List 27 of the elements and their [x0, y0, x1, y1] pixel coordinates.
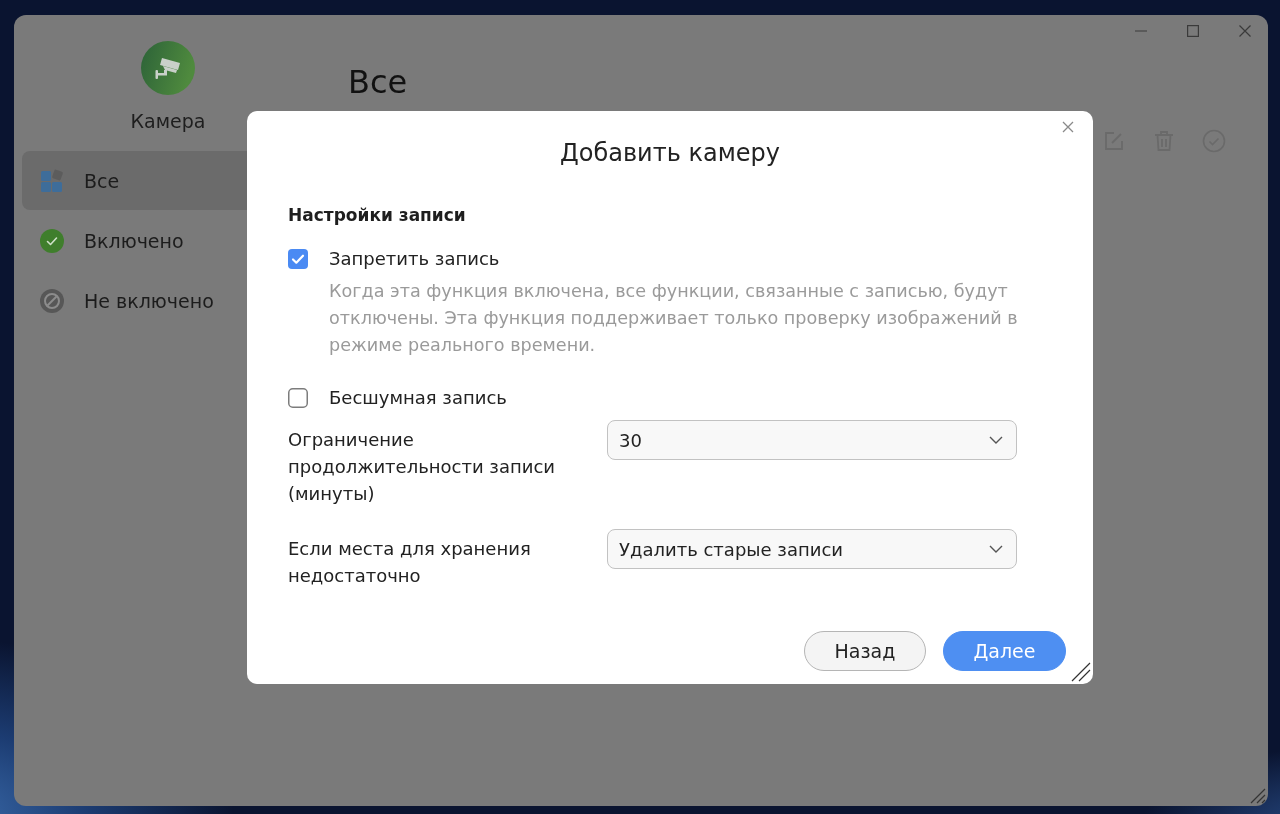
dropdown[interactable]: Удалить старые записи — [607, 529, 1017, 569]
checkbox[interactable] — [288, 249, 308, 269]
field-label: Ограничение продолжительности записи (минуты) — [288, 428, 556, 506]
maximize-icon[interactable] — [1187, 25, 1199, 37]
checkbox-label[interactable]: Запретить запись — [329, 247, 500, 271]
app-name: Камера — [130, 109, 206, 134]
blocked-circle-icon — [40, 288, 64, 313]
tiles-icon — [40, 168, 64, 193]
section-heading: Настройки записи — [288, 204, 466, 227]
close-icon[interactable] — [1239, 25, 1251, 37]
chevron-down-icon — [989, 436, 1003, 444]
resize-grip-icon[interactable] — [1071, 662, 1091, 682]
dialog-title: Добавить камеру — [560, 138, 780, 168]
dropdown[interactable]: 30 — [607, 420, 1017, 460]
sidebar-item[interactable]: Включено — [22, 211, 247, 270]
back-button[interactable]: Назад — [804, 631, 926, 671]
option-description: Когда эта функция включена, все функции, связанные с записью, будут отключены. Эта функция поддерживает только проверку изображений в режиме реального времени. — [329, 280, 1019, 357]
check-circle-icon — [40, 228, 64, 253]
checkbox[interactable] — [288, 388, 308, 408]
checkbox-label[interactable]: Бесшумная запись — [329, 386, 507, 410]
close-icon[interactable] — [1062, 121, 1074, 133]
camera-logo-icon — [141, 41, 195, 95]
chevron-down-icon — [989, 545, 1003, 553]
field-label: Если места для хранения недостаточно — [288, 537, 532, 588]
page-title: Все — [348, 62, 408, 102]
resize-grip-icon[interactable] — [1250, 788, 1266, 804]
sidebar-item[interactable]: Не включено — [22, 271, 247, 330]
